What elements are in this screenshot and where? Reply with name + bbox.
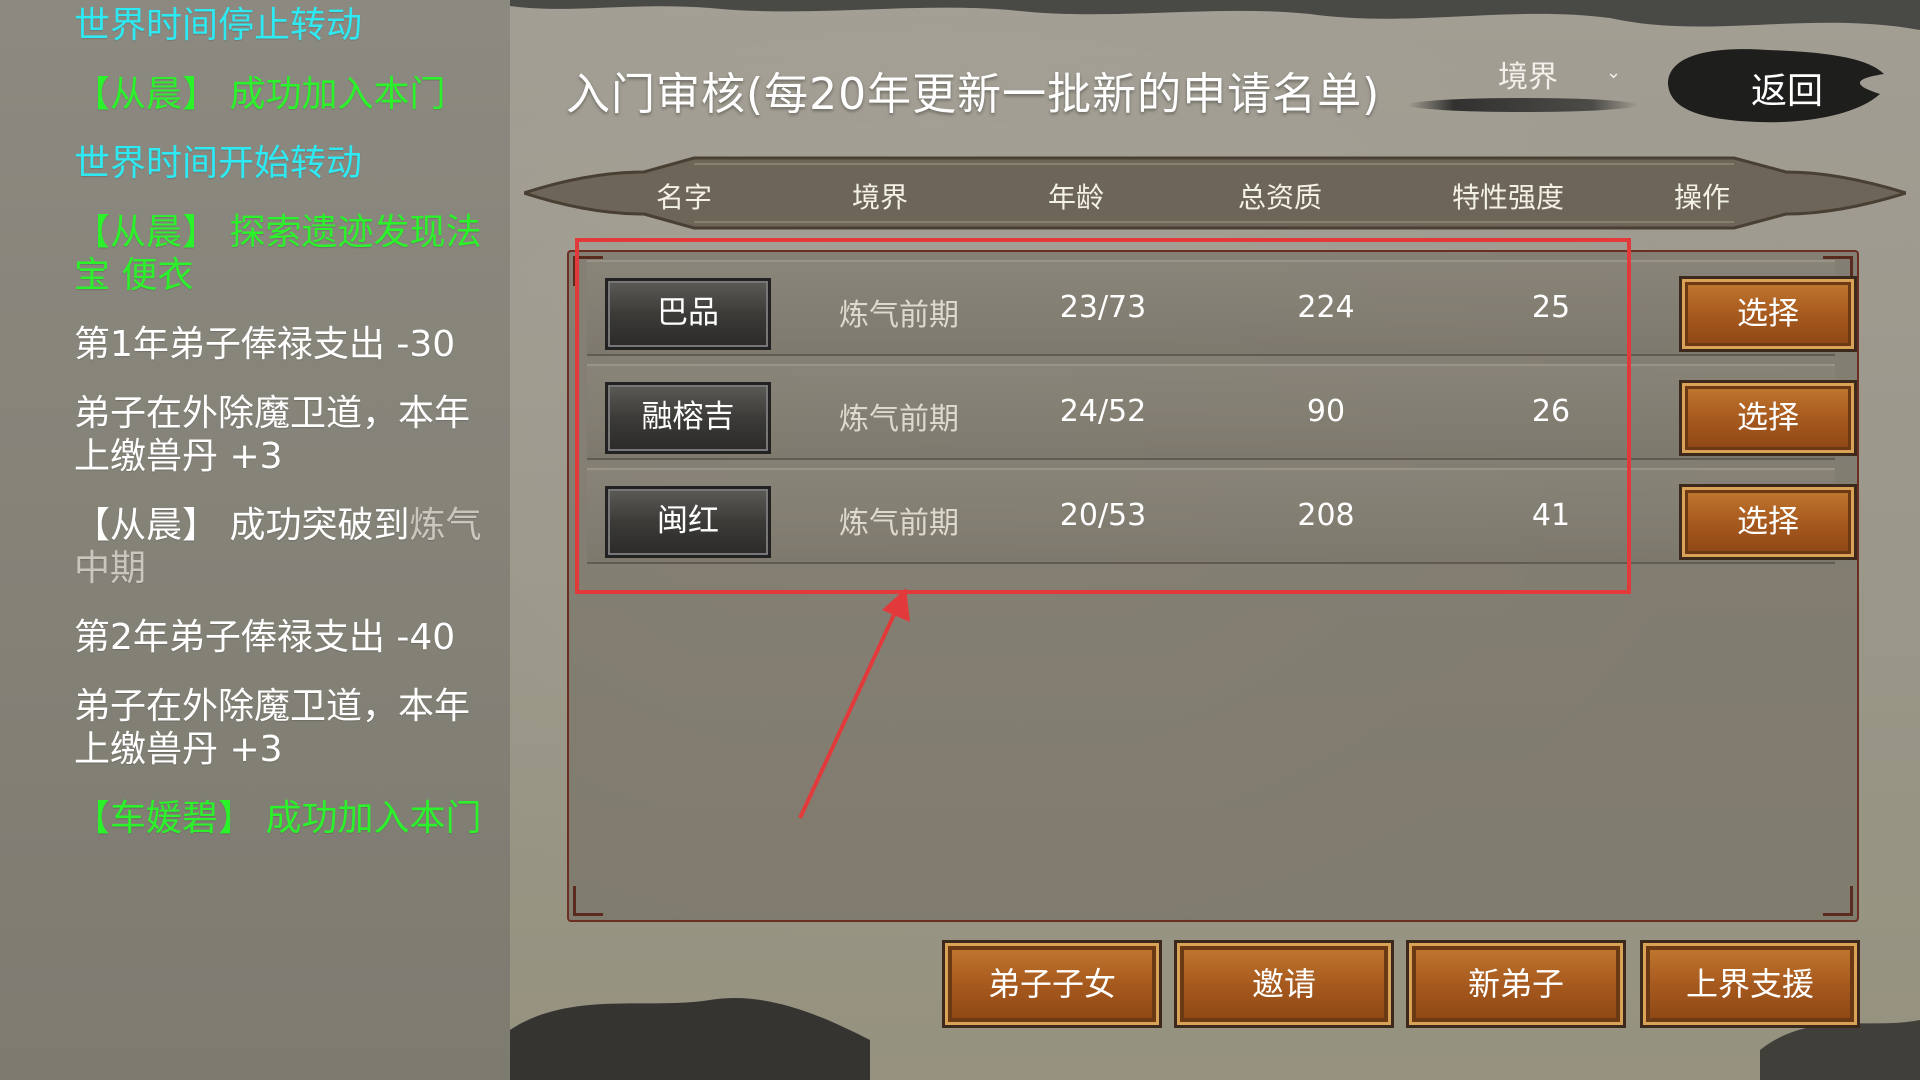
log-entry: 弟子在外除魔卫道，本年上缴兽丹 +3 [74, 393, 471, 477]
log-entry: 弟子在外除魔卫道，本年上缴兽丹 +3 [74, 686, 471, 770]
event-log-panel: 世界时间停止转动 【从晨】 成功加入本门 世界时间开始转动 【从晨】 探索遗迹发… [0, 0, 510, 1080]
annotation-highlight-box [575, 238, 1631, 594]
log-entry: 【从晨】 成功突破到炼气中期 [74, 504, 494, 590]
select-button[interactable]: 选择 [1679, 380, 1857, 456]
select-button[interactable]: 选择 [1679, 484, 1857, 560]
column-header-aptitude: 总资质 [1237, 181, 1323, 214]
column-header-realm: 境界 [851, 181, 909, 214]
chevron-down-icon: ⌄ [1606, 62, 1622, 83]
column-header-name: 名字 [655, 181, 713, 214]
realm-filter-label: 境界 [1498, 60, 1558, 95]
back-button[interactable]: 返回 [1658, 44, 1886, 126]
back-button-label: 返回 [1750, 71, 1823, 112]
ink-stroke [1408, 98, 1638, 112]
column-header-action: 操作 [1673, 181, 1731, 214]
invite-button[interactable]: 邀请 [1174, 940, 1394, 1028]
log-entry: 【从晨】 成功加入本门 [74, 74, 446, 115]
log-entry-text: 【从晨】 成功突破到 [74, 505, 410, 546]
annotation-arrow-icon [798, 588, 910, 819]
log-entry: 第1年弟子俸禄支出 -30 [74, 324, 456, 365]
realm-filter-dropdown[interactable]: 境界 ⌄ [1408, 48, 1638, 118]
column-header-trait: 特性强度 [1451, 181, 1565, 214]
log-entry: 第2年弟子俸禄支出 -40 [74, 617, 456, 658]
frame-corner [1823, 886, 1853, 916]
log-entry: 【从晨】 探索遗迹发现法宝 便衣 [74, 212, 482, 296]
column-header-age: 年龄 [1047, 181, 1105, 214]
select-button[interactable]: 选择 [1679, 276, 1857, 352]
page-title: 入门审核(每20年更新一批新的申请名单) [566, 69, 1381, 120]
log-entry: 世界时间停止转动 [74, 5, 363, 46]
frame-corner [573, 886, 603, 916]
new-disciple-button[interactable]: 新弟子 [1406, 940, 1626, 1028]
disciple-children-button[interactable]: 弟子子女 [942, 940, 1162, 1028]
log-entry: 【车媛碧】 成功加入本门 [74, 798, 482, 839]
log-entry: 世界时间开始转动 [74, 143, 363, 184]
upper-realm-support-button[interactable]: 上界支援 [1640, 940, 1860, 1028]
